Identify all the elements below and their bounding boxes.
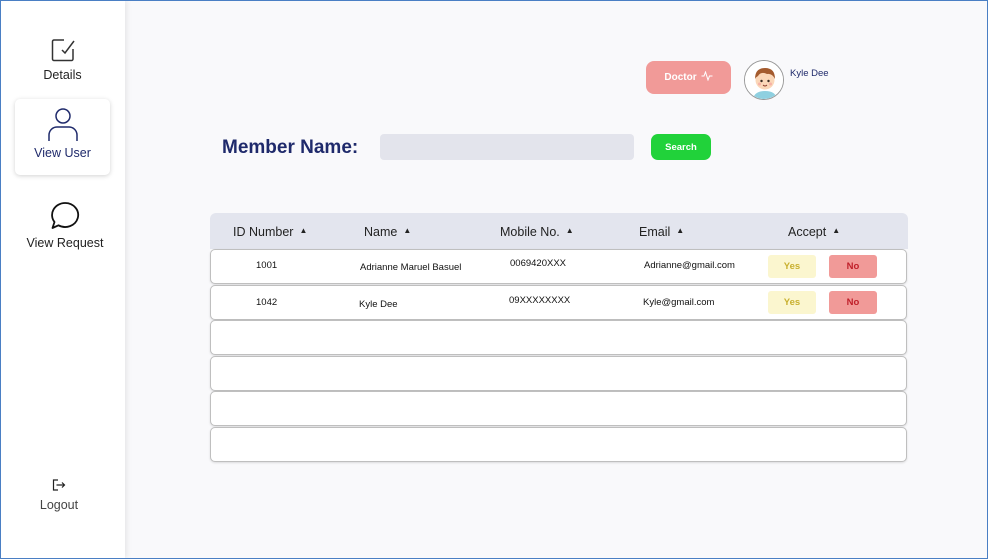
nav-view-request-label: View Request bbox=[26, 236, 104, 250]
user-icon bbox=[47, 107, 79, 143]
sort-up-icon: ▲ bbox=[565, 226, 574, 235]
member-name-input[interactable] bbox=[380, 134, 634, 160]
column-header-id[interactable]: ID Number ▲ bbox=[233, 225, 307, 239]
logout-icon bbox=[52, 479, 66, 491]
sort-up-icon: ▲ bbox=[832, 226, 841, 235]
column-header-label: Accept bbox=[788, 225, 827, 239]
sidebar: Details View User View Request Logout bbox=[1, 1, 125, 558]
table-row-empty bbox=[210, 356, 907, 391]
cell-name: Kyle Dee bbox=[359, 299, 398, 310]
table-row[interactable]: 1001 Adrianne Maruel Basuel 0069420XXX A… bbox=[210, 249, 907, 284]
avatar[interactable] bbox=[744, 60, 784, 100]
user-name: Kyle Dee bbox=[790, 68, 829, 79]
pulse-icon bbox=[701, 70, 713, 84]
doctor-button[interactable]: Doctor bbox=[646, 61, 731, 94]
nav-logout-label: Logout bbox=[39, 498, 79, 512]
member-name-label: Member Name: bbox=[222, 137, 359, 158]
column-header-label: ID Number bbox=[233, 225, 294, 239]
main-content: Doctor Kyle Dee Member Name: Search ID N… bbox=[125, 1, 987, 558]
search-button[interactable]: Search bbox=[651, 134, 711, 160]
cell-mobile: 0069420XXX bbox=[510, 258, 566, 269]
column-header-name[interactable]: Name ▲ bbox=[364, 225, 411, 239]
column-header-label: Mobile No. bbox=[500, 225, 560, 239]
accept-no-button[interactable]: No bbox=[829, 255, 877, 278]
doctor-label: Doctor bbox=[664, 72, 697, 83]
cell-email: Kyle@gmail.com bbox=[643, 297, 715, 308]
nav-logout[interactable]: Logout bbox=[11, 479, 107, 519]
column-header-label: Name bbox=[364, 225, 398, 239]
nav-view-request[interactable]: View Request bbox=[15, 201, 115, 253]
cell-name: Adrianne Maruel Basuel bbox=[360, 262, 462, 273]
edit-icon bbox=[50, 37, 76, 63]
nav-details[interactable]: Details bbox=[15, 37, 110, 87]
nav-details-label: Details bbox=[43, 68, 82, 82]
table-row[interactable]: 1042 Kyle Dee 09XXXXXXXX Kyle@gmail.com … bbox=[210, 285, 907, 320]
accept-no-button[interactable]: No bbox=[829, 291, 877, 314]
column-header-label: Email bbox=[639, 225, 671, 239]
table-row-empty bbox=[210, 320, 907, 355]
sort-up-icon: ▲ bbox=[676, 226, 685, 235]
column-header-email[interactable]: Email ▲ bbox=[639, 225, 684, 239]
chat-bubble-icon bbox=[50, 201, 80, 231]
app-window: Details View User View Request Logout Do… bbox=[0, 0, 988, 559]
table-row-empty bbox=[210, 427, 907, 462]
nav-view-user[interactable]: View User bbox=[15, 99, 110, 175]
table-header: ID Number ▲ Name ▲ Mobile No. ▲ Email ▲ Acce… bbox=[210, 213, 908, 249]
sort-up-icon: ▲ bbox=[299, 226, 308, 235]
column-header-accept[interactable]: Accept ▲ bbox=[788, 225, 840, 239]
nav-view-user-label: View User bbox=[34, 146, 91, 160]
members-table: ID Number ▲ Name ▲ Mobile No. ▲ Email ▲ Acce… bbox=[210, 213, 908, 463]
sort-up-icon: ▲ bbox=[403, 226, 412, 235]
column-header-mobile[interactable]: Mobile No. ▲ bbox=[500, 225, 574, 239]
cell-email: Adrianne@gmail.com bbox=[644, 260, 735, 271]
cell-id: 1001 bbox=[256, 260, 278, 271]
cell-id: 1042 bbox=[256, 297, 278, 308]
accept-yes-button[interactable]: Yes bbox=[768, 291, 816, 314]
accept-yes-button[interactable]: Yes bbox=[768, 255, 816, 278]
table-row-empty bbox=[210, 391, 907, 426]
cell-mobile: 09XXXXXXXX bbox=[509, 295, 571, 306]
